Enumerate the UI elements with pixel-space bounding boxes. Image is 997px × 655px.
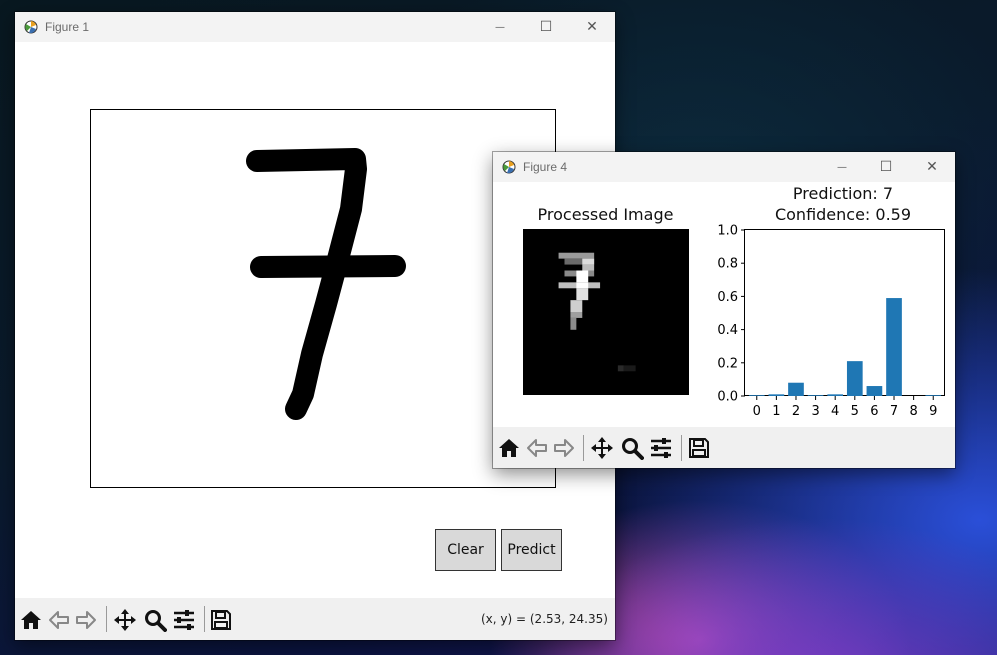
pan-icon[interactable]	[113, 608, 137, 632]
bar-0	[748, 395, 765, 396]
toolbar-separator	[106, 606, 107, 632]
zoom-icon[interactable]	[143, 608, 167, 632]
drawing-canvas[interactable]	[90, 109, 556, 488]
y-tick-label: 0.8	[717, 257, 738, 272]
home-icon[interactable]	[19, 608, 43, 632]
maximize-icon: ☐	[879, 159, 893, 175]
bar-1	[768, 394, 785, 396]
coordinate-readout: (x, y) = (2.53, 24.35)	[481, 612, 608, 626]
figure1-toolbar: (x, y) = (2.53, 24.35)	[15, 598, 615, 640]
window-title: Figure 4	[523, 160, 568, 174]
x-tick-label: 2	[792, 404, 800, 419]
x-tick-label: 5	[851, 404, 859, 419]
figure4-titlebar[interactable]: Figure 4 — ☐ ✕	[493, 152, 955, 182]
figure4-window: Figure 4 — ☐ ✕ Processed Image Predictio…	[493, 152, 955, 468]
close-icon: ✕	[586, 19, 598, 35]
pan-icon[interactable]	[590, 436, 614, 460]
figure1-titlebar[interactable]: Figure 1 — ☐ ✕	[15, 12, 615, 42]
toolbar-separator	[681, 435, 682, 461]
maximize-icon: ☐	[539, 19, 553, 35]
bar-6	[866, 386, 883, 396]
minimize-icon: —	[495, 21, 505, 33]
bar-4	[827, 394, 844, 396]
x-tick-label: 6	[870, 404, 878, 419]
home-icon[interactable]	[497, 436, 521, 460]
y-tick-label: 0.4	[717, 323, 738, 338]
maximize-button[interactable]: ☐	[863, 152, 909, 182]
bar-2	[788, 382, 804, 396]
bar-7	[886, 298, 902, 396]
bar-3	[807, 395, 824, 396]
prediction-title: Prediction: 7	[792, 184, 894, 203]
figure4-toolbar	[493, 427, 955, 468]
configure-icon[interactable]	[649, 436, 673, 460]
x-tick-label: 3	[811, 404, 819, 419]
close-button[interactable]: ✕	[909, 152, 955, 182]
configure-icon[interactable]	[172, 608, 196, 632]
y-tick-label: 1.0	[717, 224, 738, 239]
forward-icon[interactable]	[74, 608, 98, 632]
x-tick-label: 1	[772, 404, 780, 419]
minimize-icon: —	[837, 161, 847, 173]
matplotlib-app-icon	[24, 20, 38, 34]
minimize-button[interactable]: —	[477, 12, 523, 42]
plot-frame	[744, 229, 945, 396]
x-tick-label: 0	[753, 404, 761, 419]
y-tick-label: 0.6	[717, 290, 738, 305]
save-icon[interactable]	[209, 608, 233, 632]
x-tick-label: 9	[929, 404, 937, 419]
close-icon: ✕	[926, 159, 938, 175]
y-tick-label: 0.0	[717, 390, 738, 405]
predict-button[interactable]: Predict	[501, 529, 562, 571]
x-tick-label: 7	[890, 404, 898, 419]
minimize-button[interactable]: —	[819, 152, 865, 182]
processed-image-title: Processed Image	[537, 205, 674, 224]
maximize-button[interactable]: ☐	[523, 12, 569, 42]
x-tick-label: 8	[909, 404, 917, 419]
bar-5	[846, 361, 863, 396]
bar-9	[925, 395, 942, 396]
matplotlib-app-icon	[502, 160, 516, 174]
close-button[interactable]: ✕	[569, 12, 615, 42]
save-icon[interactable]	[687, 436, 711, 460]
forward-icon[interactable]	[552, 436, 576, 460]
zoom-icon[interactable]	[620, 436, 644, 460]
clear-button[interactable]: Clear	[435, 529, 496, 571]
probability-bar-chart: 0.0 0.2 0.4 0.6 0.8 1.0 0123456789	[717, 224, 945, 419]
x-tick-label: 4	[831, 404, 839, 419]
back-icon[interactable]	[47, 608, 71, 632]
back-icon[interactable]	[525, 436, 549, 460]
processed-image	[523, 229, 689, 395]
window-title: Figure 1	[45, 20, 90, 34]
toolbar-separator	[204, 606, 205, 632]
y-tick-label: 0.2	[717, 356, 738, 371]
toolbar-separator	[583, 435, 584, 461]
